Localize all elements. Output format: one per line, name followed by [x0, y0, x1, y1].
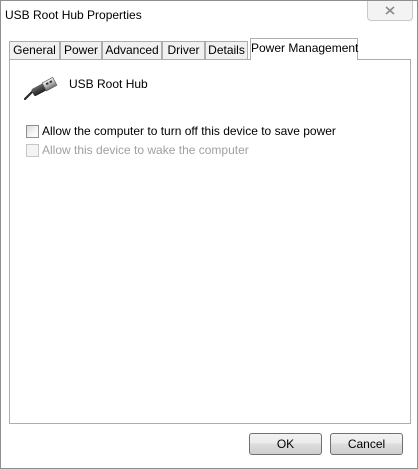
allow-wake-checkbox: [26, 143, 39, 157]
allow-turn-off-label[interactable]: Allow the computer to turn off this devi…: [42, 124, 336, 138]
tab-driver[interactable]: Driver: [162, 41, 205, 59]
device-name: USB Root Hub: [69, 77, 148, 91]
tab-power[interactable]: Power: [60, 41, 102, 59]
properties-dialog: USB Root Hub Properties General Power Ad…: [0, 0, 418, 469]
title-bar: USB Root Hub Properties: [1, 1, 417, 31]
window-title: USB Root Hub Properties: [5, 8, 142, 22]
close-button[interactable]: [367, 1, 413, 21]
ok-button[interactable]: OK: [249, 433, 322, 455]
tab-general[interactable]: General: [9, 41, 60, 59]
allow-wake-label: Allow this device to wake the computer: [42, 143, 249, 157]
tab-power-management[interactable]: Power Management: [250, 38, 358, 60]
option-allow-wake: Allow this device to wake the computer: [26, 142, 249, 158]
usb-plug-icon: [23, 75, 60, 104]
tab-details[interactable]: Details: [205, 41, 248, 59]
cancel-button[interactable]: Cancel: [330, 433, 403, 455]
close-icon: [385, 6, 395, 15]
option-allow-turn-off[interactable]: Allow the computer to turn off this devi…: [26, 123, 336, 139]
tab-advanced[interactable]: Advanced: [102, 41, 162, 59]
power-management-panel: USB Root Hub Allow the computer to turn …: [9, 59, 411, 424]
allow-turn-off-checkbox[interactable]: [26, 124, 39, 138]
